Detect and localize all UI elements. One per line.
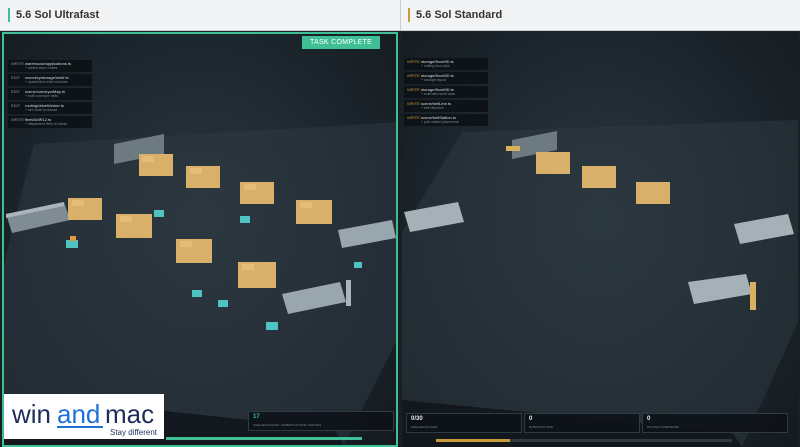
activity-log-left: WRITE warehouse/applications.ts + added s…: [8, 60, 92, 130]
robot: [354, 262, 362, 268]
logo-mark: win and mac Stay different: [11, 399, 158, 437]
robot: [266, 322, 278, 330]
log-entry: WRITE fleet/AMR12.ts + dispatched fleet o…: [8, 116, 92, 128]
robot: [66, 240, 78, 248]
log-entry: WRITE storage/floorMD.ts + extended shelf…: [404, 86, 488, 98]
right-title-text: 5.6 Sol Standard: [416, 9, 503, 21]
log-entry: EDIT recovery/storage/shelf.ts + assemble…: [8, 74, 92, 86]
log-entry: WRITE storage/floorMD.ts + setting floor …: [404, 58, 488, 70]
stats-bar-left: 17 SHELVES PLACED / ROBOTS ACTIVE / ROUT…: [248, 411, 396, 431]
progress-track-left: [166, 437, 362, 440]
left-title-accent: [8, 8, 10, 22]
svg-text:and: and: [57, 399, 100, 429]
log-entry: WRITE scene/beltLine.ts + belt direction: [404, 100, 488, 112]
log-entry: WRITE scene/beltStation.ts + pick station…: [404, 114, 488, 126]
ultrafast-viewport[interactable]: TASK COMPLETE WRITE warehouse/application…: [2, 32, 398, 447]
header-divider: [400, 0, 401, 30]
log-entry: WRITE storage/floorMD.ts + storage layout: [404, 72, 488, 84]
progress-fill-left: [166, 437, 362, 440]
task-complete-badge: TASK COMPLETE: [302, 36, 380, 49]
shelf-unit: [582, 166, 616, 188]
panel-header-bar: 5.6 Sol Ultrafast 5.6 Sol Standard: [0, 0, 800, 31]
stat-shelves-placed: 0/30 SHELVES PLACED: [406, 413, 522, 433]
progress-fill-right: [436, 439, 510, 442]
standard-viewport[interactable]: WRITE storage/floorMD.ts + setting floor …: [402, 32, 798, 447]
stat-routes-completed: 0 ROUTES COMPLETED: [642, 413, 788, 433]
progress-track-right: [436, 439, 732, 442]
shelf-unit: [536, 152, 570, 174]
winandmac-logo: win and mac Stay different: [4, 394, 164, 439]
svg-text:mac: mac: [105, 399, 154, 429]
log-entry: EDIT scene/conveyorMap.ts + built conveyo…: [8, 88, 92, 100]
left-title-text: 5.6 Sol Ultrafast: [16, 9, 100, 21]
robot: [154, 210, 164, 217]
robot: [240, 216, 250, 223]
right-panel-title: 5.6 Sol Standard: [408, 7, 502, 23]
activity-log-right: WRITE storage/floorMD.ts + setting floor …: [404, 58, 488, 128]
log-entry: WRITE warehouse/applications.ts + added s…: [8, 60, 92, 72]
stats-bar-right: 0/30 SHELVES PLACED 0 ROBOTS ACTIVE 0 RO…: [406, 413, 790, 433]
right-title-accent: [408, 8, 410, 22]
stat-card: 17 SHELVES PLACED / ROBOTS ACTIVE / ROUT…: [248, 411, 394, 431]
robot: [192, 290, 202, 297]
shelf-unit: [636, 182, 670, 204]
svg-text:win: win: [11, 399, 51, 429]
log-entry: EDIT routing/driveWorker.ts + set route t…: [8, 102, 92, 114]
robot: [218, 300, 228, 307]
svg-text:Stay different: Stay different: [110, 428, 158, 437]
left-panel-title: 5.6 Sol Ultrafast: [8, 7, 99, 23]
stat-robots-active: 0 ROBOTS ACTIVE: [524, 413, 640, 433]
